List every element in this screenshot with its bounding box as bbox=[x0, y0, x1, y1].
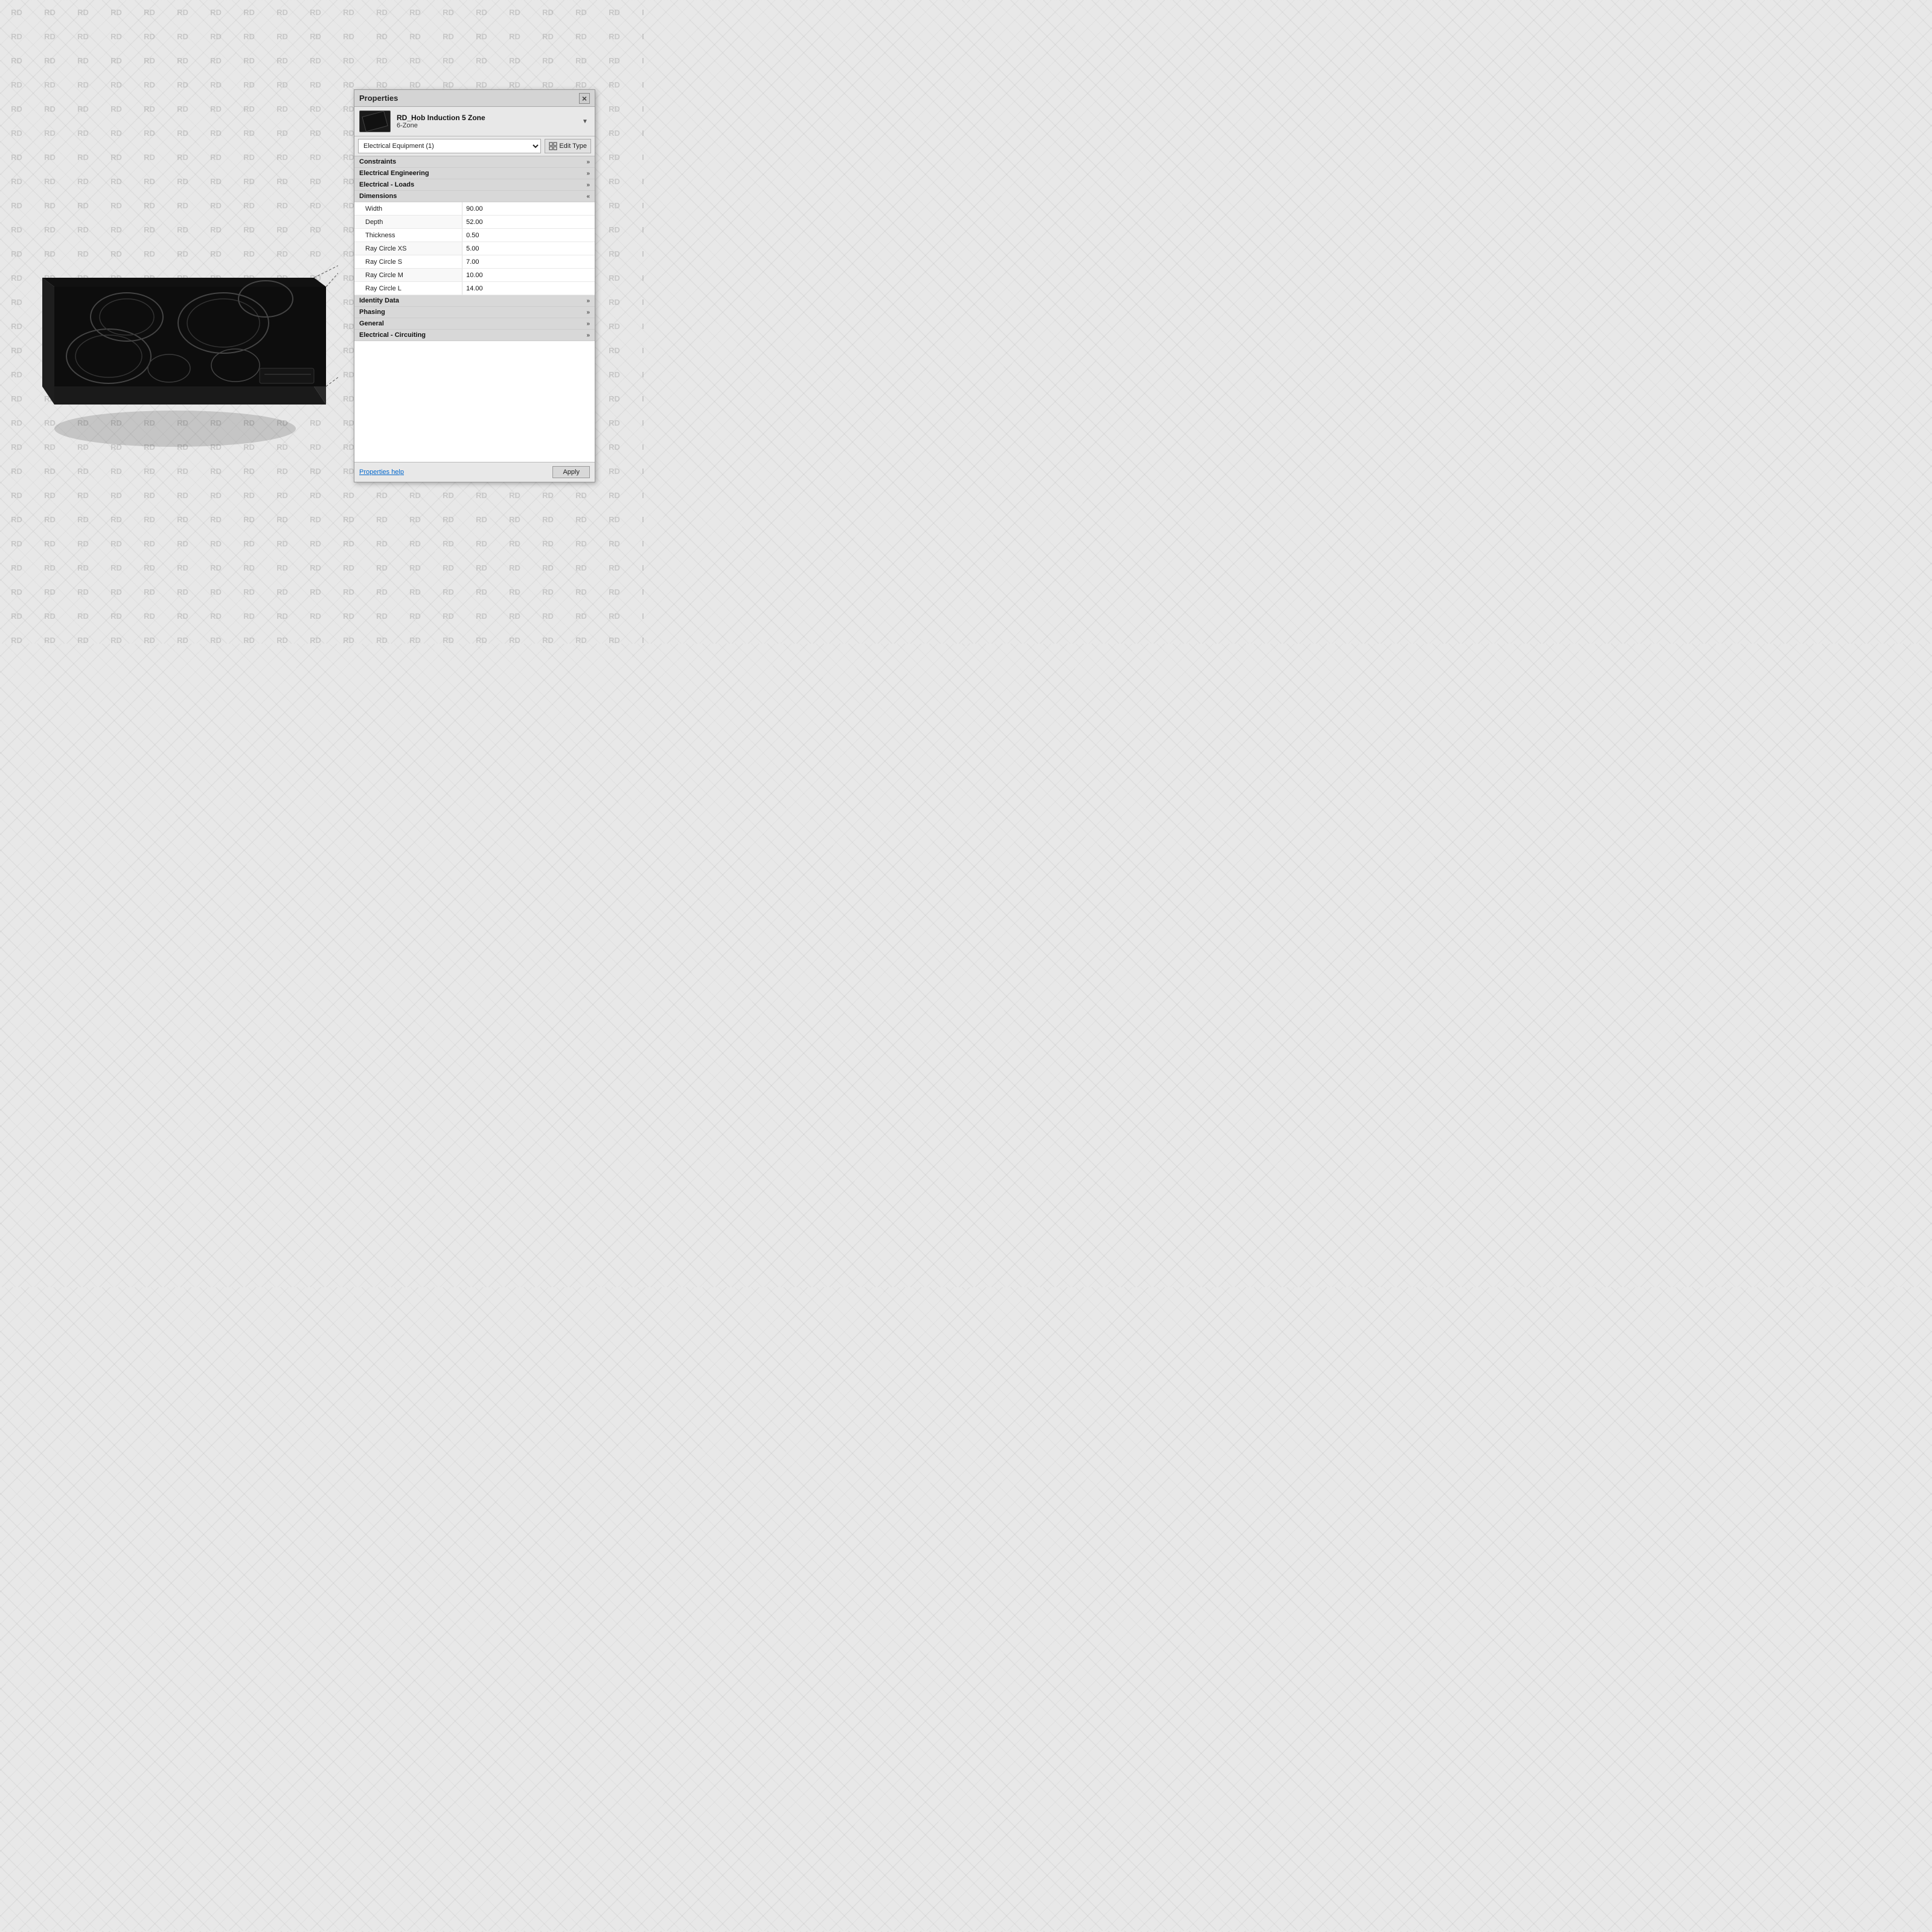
section-identity-data-chevron: » bbox=[586, 298, 590, 304]
panel-title: Properties bbox=[359, 94, 398, 103]
prop-label-thickness: Thickness bbox=[354, 229, 462, 242]
prop-row-thickness: Thickness bbox=[354, 229, 595, 242]
section-constraints-label: Constraints bbox=[359, 158, 396, 165]
object-name: RD_Hob Induction 5 Zone bbox=[397, 114, 574, 122]
prop-row-ray-circle-l: Ray Circle L bbox=[354, 282, 595, 295]
section-dimensions-chevron: « bbox=[586, 193, 590, 200]
section-general-label: General bbox=[359, 320, 384, 327]
prop-row-ray-circle-s: Ray Circle S bbox=[354, 255, 595, 269]
prop-value-ray-circle-l[interactable] bbox=[462, 282, 595, 295]
prop-input-depth[interactable] bbox=[466, 219, 591, 226]
edit-type-button[interactable]: Edit Type bbox=[545, 139, 591, 153]
object-type: 6-Zone bbox=[397, 122, 574, 129]
category-row: Electrical Equipment (1) Edit Type bbox=[354, 136, 595, 156]
object-thumbnail bbox=[359, 110, 391, 132]
prop-value-width[interactable] bbox=[462, 202, 595, 215]
section-dimensions-label: Dimensions bbox=[359, 193, 397, 200]
section-phasing-chevron: » bbox=[586, 309, 590, 316]
prop-value-ray-circle-xs[interactable] bbox=[462, 242, 595, 255]
section-phasing[interactable]: Phasing » bbox=[354, 307, 595, 318]
prop-label-width: Width bbox=[354, 202, 462, 215]
section-electrical-circuiting-label: Electrical - Circuiting bbox=[359, 331, 426, 339]
prop-value-thickness[interactable] bbox=[462, 229, 595, 242]
section-constraints[interactable]: Constraints » bbox=[354, 156, 595, 168]
section-electrical-engineering-label: Electrical Engineering bbox=[359, 170, 429, 177]
section-phasing-label: Phasing bbox=[359, 309, 385, 316]
section-electrical-engineering[interactable]: Electrical Engineering » bbox=[354, 168, 595, 179]
hob-3d-view bbox=[18, 193, 338, 447]
prop-label-ray-circle-l: Ray Circle L bbox=[354, 282, 462, 295]
section-dimensions[interactable]: Dimensions « bbox=[354, 191, 595, 202]
prop-value-depth[interactable] bbox=[462, 216, 595, 228]
prop-row-depth: Depth bbox=[354, 216, 595, 229]
prop-label-ray-circle-s: Ray Circle S bbox=[354, 255, 462, 268]
panel-footer: Properties help Apply bbox=[354, 462, 595, 482]
section-constraints-chevron: » bbox=[586, 159, 590, 165]
properties-table: Constraints » Electrical Engineering » E… bbox=[354, 156, 595, 462]
prop-row-ray-circle-m: Ray Circle M bbox=[354, 269, 595, 282]
prop-value-ray-circle-m[interactable] bbox=[462, 269, 595, 281]
section-identity-data[interactable]: Identity Data » bbox=[354, 295, 595, 307]
prop-label-ray-circle-xs: Ray Circle XS bbox=[354, 242, 462, 255]
section-electrical-circuiting[interactable]: Electrical - Circuiting » bbox=[354, 330, 595, 341]
prop-label-ray-circle-m: Ray Circle M bbox=[354, 269, 462, 281]
section-electrical-loads-chevron: » bbox=[586, 182, 590, 188]
section-electrical-loads-label: Electrical - Loads bbox=[359, 181, 414, 188]
panel-titlebar: Properties × bbox=[354, 90, 595, 107]
edit-type-label: Edit Type bbox=[559, 142, 587, 150]
section-electrical-engineering-chevron: » bbox=[586, 170, 590, 177]
category-dropdown[interactable]: Electrical Equipment (1) bbox=[358, 139, 541, 153]
prop-input-ray-circle-xs[interactable] bbox=[466, 245, 591, 252]
prop-input-ray-circle-s[interactable] bbox=[466, 258, 591, 266]
object-header: RD_Hob Induction 5 Zone 6-Zone ▼ bbox=[354, 107, 595, 136]
panel-empty-area bbox=[354, 341, 595, 462]
prop-input-width[interactable] bbox=[466, 205, 591, 213]
prop-value-ray-circle-s[interactable] bbox=[462, 255, 595, 268]
edit-type-icon bbox=[549, 142, 557, 150]
prop-input-ray-circle-l[interactable] bbox=[466, 285, 591, 292]
section-electrical-loads[interactable]: Electrical - Loads » bbox=[354, 179, 595, 191]
dropdown-arrow-icon[interactable]: ▼ bbox=[580, 113, 590, 130]
apply-button[interactable]: Apply bbox=[552, 466, 590, 478]
prop-row-width: Width bbox=[354, 202, 595, 216]
section-electrical-circuiting-chevron: » bbox=[586, 332, 590, 339]
object-info: RD_Hob Induction 5 Zone 6-Zone bbox=[397, 114, 574, 129]
properties-help-link[interactable]: Properties help bbox=[359, 469, 404, 476]
prop-input-ray-circle-m[interactable] bbox=[466, 272, 591, 279]
close-button[interactable]: × bbox=[579, 93, 590, 104]
prop-input-thickness[interactable] bbox=[466, 232, 591, 239]
prop-label-depth: Depth bbox=[354, 216, 462, 228]
section-general-chevron: » bbox=[586, 321, 590, 327]
section-general[interactable]: General » bbox=[354, 318, 595, 330]
prop-row-ray-circle-xs: Ray Circle XS bbox=[354, 242, 595, 255]
section-identity-data-label: Identity Data bbox=[359, 297, 399, 304]
properties-panel: Properties × RD_Hob Induction 5 Zone 6-Z… bbox=[354, 89, 595, 482]
